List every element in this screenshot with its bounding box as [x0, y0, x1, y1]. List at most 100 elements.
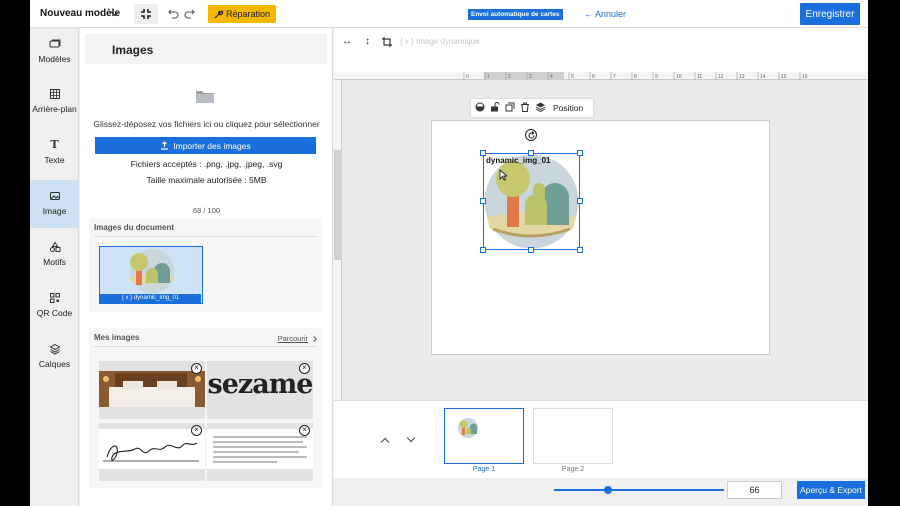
pages-strip: Page 1 Page 2 [334, 400, 868, 478]
layers-icon [48, 343, 61, 355]
chevron-down-icon[interactable] [406, 433, 416, 443]
nav-item-models[interactable]: Modèles [30, 28, 79, 76]
dynamic-image-label[interactable]: { x } Image dynamique [400, 37, 480, 46]
auto-send-badge: Envoi automatique de cartes [468, 9, 563, 20]
layers-icon[interactable] [535, 102, 546, 114]
flip-horizontal-icon[interactable]: ↔ [342, 36, 352, 47]
resize-handle-ne[interactable] [577, 150, 583, 156]
selection-box[interactable] [483, 153, 580, 250]
nav-label: Arrière-plan [32, 104, 77, 114]
ruler-ticks: 0 1 2 3 4 5 6 7 8 9 10 11 12 13 14 15 16 [463, 72, 808, 80]
ruler-top: 0 1 2 3 4 5 6 7 8 9 10 11 12 13 14 15 16 [334, 72, 868, 80]
nav-item-image[interactable]: Image [30, 180, 79, 228]
resize-handle-e[interactable] [577, 198, 583, 204]
images-panel: Images Glissez-déposez vos fichiers ici … [80, 28, 333, 506]
repair-button[interactable]: Réparation [208, 5, 277, 23]
bottom-bar: 66 Aperçu & Export [334, 478, 868, 506]
nav-label: Texte [44, 155, 65, 165]
zoom-slider-handle[interactable] [604, 486, 613, 494]
background-icon [49, 88, 61, 100]
opacity-icon[interactable] [475, 102, 485, 114]
import-label: Importer des images [173, 140, 251, 151]
browse-link[interactable]: Parcourir [278, 334, 308, 343]
bedroom-photo [99, 371, 205, 407]
arrow-left-icon: ← [584, 9, 593, 19]
chevron-up-icon[interactable] [380, 437, 390, 447]
nav-label: Motifs [43, 257, 66, 267]
cursor-icon [499, 169, 507, 181]
top-bar: Nouveau modèle Réparation Envoi automati… [30, 0, 868, 28]
my-image-document[interactable]: × [207, 423, 313, 481]
divider [94, 236, 317, 237]
nav-item-qrcode[interactable]: QR Code [30, 282, 79, 330]
tree-illustration-thumb [130, 249, 174, 293]
undo-icon[interactable] [166, 4, 180, 24]
page-label-1: Page 1 [472, 466, 496, 473]
remove-image-icon[interactable]: × [191, 363, 202, 374]
upload-icon [161, 141, 169, 150]
element-toolbar: Position [470, 98, 594, 118]
text-icon: T [50, 138, 59, 151]
resize-handle-se[interactable] [577, 247, 583, 253]
document-images-section: Images du document { x } dynamic_img_01 [89, 218, 322, 312]
image-toolbar: ↔ ↕ { x } Image dynamique [334, 28, 868, 72]
preview-export-button[interactable]: Aperçu & Export [797, 481, 865, 499]
remove-image-icon[interactable]: × [299, 425, 310, 436]
collapse-icon[interactable] [134, 4, 158, 24]
templates-icon [49, 38, 61, 50]
wrench-icon [214, 9, 223, 18]
flip-vertical-icon[interactable]: ↕ [365, 36, 370, 47]
repair-label: Réparation [226, 9, 271, 19]
position-label[interactable]: Position [553, 103, 583, 113]
document-image [207, 429, 313, 469]
section-title: Images du document [94, 223, 175, 232]
my-image-signature[interactable]: × [99, 423, 205, 481]
model-title[interactable]: Nouveau modèle [40, 8, 120, 19]
duplicate-icon[interactable] [505, 102, 515, 114]
my-images-section: Mes images Parcourir × sezame × × × [89, 328, 322, 488]
page-thumb-2[interactable] [533, 408, 613, 464]
nav-item-shapes[interactable]: Motifs [30, 231, 79, 279]
resize-handle-s[interactable] [528, 247, 534, 253]
panel-title: Images [112, 43, 154, 57]
nav-label: Image [42, 206, 67, 216]
app-window: Nouveau modèle Réparation Envoi automati… [30, 0, 868, 506]
page-thumb-image [458, 418, 478, 438]
resize-handle-w[interactable] [480, 198, 486, 204]
my-image-sezame-logo[interactable]: sezame × [207, 361, 313, 419]
rotate-handle-icon[interactable] [525, 129, 537, 141]
nav-item-background[interactable]: Arrière-plan [30, 78, 79, 126]
import-images-button[interactable]: Importer des images [95, 137, 316, 154]
zoom-slider-track[interactable] [554, 489, 724, 491]
dropzone-text[interactable]: Glissez-déposez vos fichiers ici ou cliq… [80, 119, 333, 129]
crop-icon[interactable] [382, 37, 392, 50]
left-nav: Modèles Arrière-plan T Texte Image Motif… [30, 28, 79, 506]
document-image-label: { x } dynamic_img_01 [100, 294, 201, 303]
save-button[interactable]: Enregistrer [800, 3, 860, 25]
trash-icon[interactable] [520, 102, 530, 114]
unlock-icon[interactable] [490, 102, 500, 114]
image-counter: 68 / 100 [192, 206, 221, 215]
zoom-input[interactable]: 66 [727, 481, 782, 499]
page-thumb-1[interactable] [444, 408, 524, 464]
my-image-bedroom[interactable]: × [99, 361, 205, 419]
signature-image [99, 429, 205, 469]
nav-item-text[interactable]: T Texte [30, 129, 79, 177]
sezame-logo: sezame [207, 369, 313, 400]
resize-handle-sw[interactable] [480, 247, 486, 253]
page-label-2: Page 2 [561, 466, 585, 473]
folder-icon[interactable] [195, 88, 215, 104]
selection-label: dynamic_img_01 [486, 156, 551, 165]
remove-image-icon[interactable]: × [299, 363, 310, 374]
section-title: Mes images [94, 333, 140, 342]
nav-item-layers[interactable]: Calques [30, 333, 79, 381]
qrcode-icon [49, 292, 61, 304]
redo-icon[interactable] [182, 4, 196, 24]
image-icon [49, 190, 61, 202]
cancel-link[interactable]: ← Annuler [584, 9, 626, 19]
nav-label: Modèles [38, 54, 71, 64]
remove-image-icon[interactable]: × [191, 425, 202, 436]
ruler-left-ticks [334, 150, 342, 260]
chevron-right-icon[interactable] [311, 336, 317, 342]
document-image-thumb[interactable]: { x } dynamic_img_01 [99, 246, 203, 304]
